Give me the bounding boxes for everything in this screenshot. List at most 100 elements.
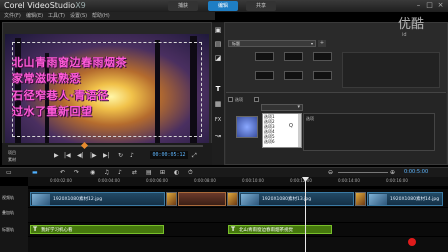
ruler-tick: 0:00:08:00: [194, 178, 216, 183]
record-icon[interactable]: ◉: [90, 169, 95, 176]
library-thumb[interactable]: [284, 71, 303, 80]
transition[interactable]: [166, 192, 177, 206]
speed-icon[interactable]: ⏱: [188, 169, 193, 177]
menu-file[interactable]: 文件(F): [4, 12, 21, 20]
watermark-logo: 优酷: [398, 17, 425, 32]
chevron-down-icon: ▾: [310, 41, 313, 46]
transition[interactable]: [227, 192, 238, 206]
category-dropdown[interactable]: 标题 ▾: [228, 40, 316, 47]
tab-capture[interactable]: 捕获: [168, 1, 198, 11]
ruler-tick: 0:00:04:00: [98, 178, 120, 183]
effect-preview-tile[interactable]: [236, 116, 258, 138]
filter-icon[interactable]: FX: [214, 116, 222, 124]
title-clip[interactable]: T 北山青雨窗边春雨烟茶视觉: [228, 225, 332, 234]
menu-help[interactable]: 帮助(H): [92, 12, 110, 20]
minimize-icon[interactable]: –: [414, 1, 423, 10]
video-clip[interactable]: 1920X1080素材14.jpg: [367, 192, 443, 206]
options-label: 选项: [306, 116, 314, 121]
motion-icon[interactable]: ⇄: [132, 169, 137, 176]
library-thumb[interactable]: [255, 71, 274, 80]
zoom-out-icon[interactable]: ⊖: [328, 169, 333, 176]
music-track: [28, 237, 448, 252]
checkbox-label: 选项: [235, 97, 243, 102]
enlarge-icon[interactable]: ⤢: [192, 152, 197, 160]
title-clip[interactable]: T 我好学习机心看: [30, 225, 164, 234]
redo-icon[interactable]: ↷: [74, 169, 79, 176]
track-label-video[interactable]: 视频轨: [2, 195, 14, 201]
track-label-title[interactable]: 标题轨: [2, 227, 14, 233]
transition-icon[interactable]: ◪: [214, 54, 222, 62]
ruler-tick: 0:00:14:00: [338, 178, 360, 183]
mode-project[interactable]: 项目: [8, 150, 16, 156]
caption-line-4[interactable]: 过水了重新回望: [12, 103, 93, 119]
multicam-icon[interactable]: ⊞: [160, 169, 165, 176]
list-item[interactable]: 选项6: [264, 139, 275, 145]
auto-music-icon[interactable]: ♪: [118, 169, 122, 176]
graphic-icon[interactable]: ▦: [214, 100, 222, 108]
maximize-icon[interactable]: □: [425, 1, 434, 10]
path-icon[interactable]: ↝: [214, 132, 222, 140]
storyboard-view-icon[interactable]: ▭: [6, 169, 12, 176]
chevron-down-icon: ▾: [297, 104, 300, 110]
clip-thumbnail: [369, 194, 387, 205]
watermark-id: id: [402, 32, 407, 38]
mask-icon[interactable]: ◐: [174, 169, 179, 176]
next-frame-icon[interactable]: |▶: [90, 152, 97, 159]
prev-frame-icon[interactable]: ◀|: [77, 152, 84, 159]
library-thumb[interactable]: [255, 52, 274, 61]
undo-icon[interactable]: ↶: [60, 169, 65, 176]
library-thumb[interactable]: [284, 52, 303, 61]
caption-line-3[interactable]: 石径窄巷人·青语径: [12, 87, 109, 103]
ruler-tick: 0:00:10:00: [242, 178, 264, 183]
app-title: Corel VideoStudioX9: [4, 1, 86, 10]
go-start-icon[interactable]: |◀: [64, 152, 71, 159]
menu-tools[interactable]: 工具(T): [48, 12, 65, 20]
menu-settings[interactable]: 设置(S): [70, 12, 87, 20]
caption-line-1[interactable]: 北山青雨窗边春雨烟茶: [12, 54, 127, 70]
repeat-icon[interactable]: ↻: [118, 152, 123, 159]
library-grid-area: [342, 52, 440, 88]
menu-bar: 文件(F) 编辑(E) 工具(T) 设置(S) 帮助(H): [0, 12, 215, 20]
timeline-ruler[interactable]: [28, 177, 448, 186]
title-icon[interactable]: T: [214, 85, 222, 93]
listbox-header[interactable]: ▾: [261, 104, 303, 111]
library-thumb[interactable]: [313, 71, 332, 80]
caption-line-2[interactable]: 家常滋味熟悉: [12, 70, 81, 86]
track-label-overlay[interactable]: 叠加轨: [2, 210, 14, 216]
listbox-scrollbar[interactable]: [298, 114, 301, 147]
video-clip[interactable]: 1920X1080素材12.jpg: [30, 192, 165, 206]
listbox-label: Q: [289, 123, 293, 129]
zoom-slider[interactable]: [338, 172, 388, 173]
video-clip[interactable]: 1920X1080素材13.jpg: [239, 192, 354, 206]
transition[interactable]: [355, 192, 366, 206]
video-clip[interactable]: [178, 192, 226, 206]
checkbox[interactable]: [228, 97, 233, 102]
clip-thumbnail: [241, 194, 259, 205]
play-icon[interactable]: ▶: [54, 152, 59, 159]
mode-clip[interactable]: 素材: [8, 157, 16, 163]
menu-edit[interactable]: 编辑(E): [26, 12, 43, 20]
options-box: [303, 113, 435, 151]
overlay-track: [28, 208, 448, 222]
close-icon[interactable]: ×: [436, 1, 445, 10]
record-indicator-icon: [408, 238, 416, 246]
mixer-icon[interactable]: ♫: [104, 169, 109, 176]
zoom-in-icon[interactable]: ⊕: [390, 169, 395, 176]
playhead[interactable]: [305, 178, 306, 252]
instant-project-icon[interactable]: ▤: [214, 40, 222, 48]
checkbox[interactable]: [254, 97, 259, 102]
clip-thumbnail: [32, 194, 50, 205]
scrub-bar[interactable]: [8, 145, 203, 147]
ruler-tick: 0:00:02:00: [50, 178, 72, 183]
ruler-tick: 0:00:06:00: [146, 178, 168, 183]
go-end-icon[interactable]: ▶|: [103, 152, 110, 159]
media-icon[interactable]: ▣: [214, 26, 222, 34]
tab-edit[interactable]: 编辑: [208, 1, 238, 11]
timecode-display[interactable]: 00:00:05:12: [150, 151, 188, 159]
library-thumb[interactable]: [313, 52, 332, 61]
tab-share[interactable]: 共享: [246, 1, 276, 11]
volume-icon[interactable]: ♪: [130, 152, 134, 159]
subtitle-icon[interactable]: ▤: [146, 169, 152, 176]
timeline-view-icon[interactable]: ▬: [32, 169, 38, 176]
add-icon[interactable]: +: [318, 40, 326, 47]
